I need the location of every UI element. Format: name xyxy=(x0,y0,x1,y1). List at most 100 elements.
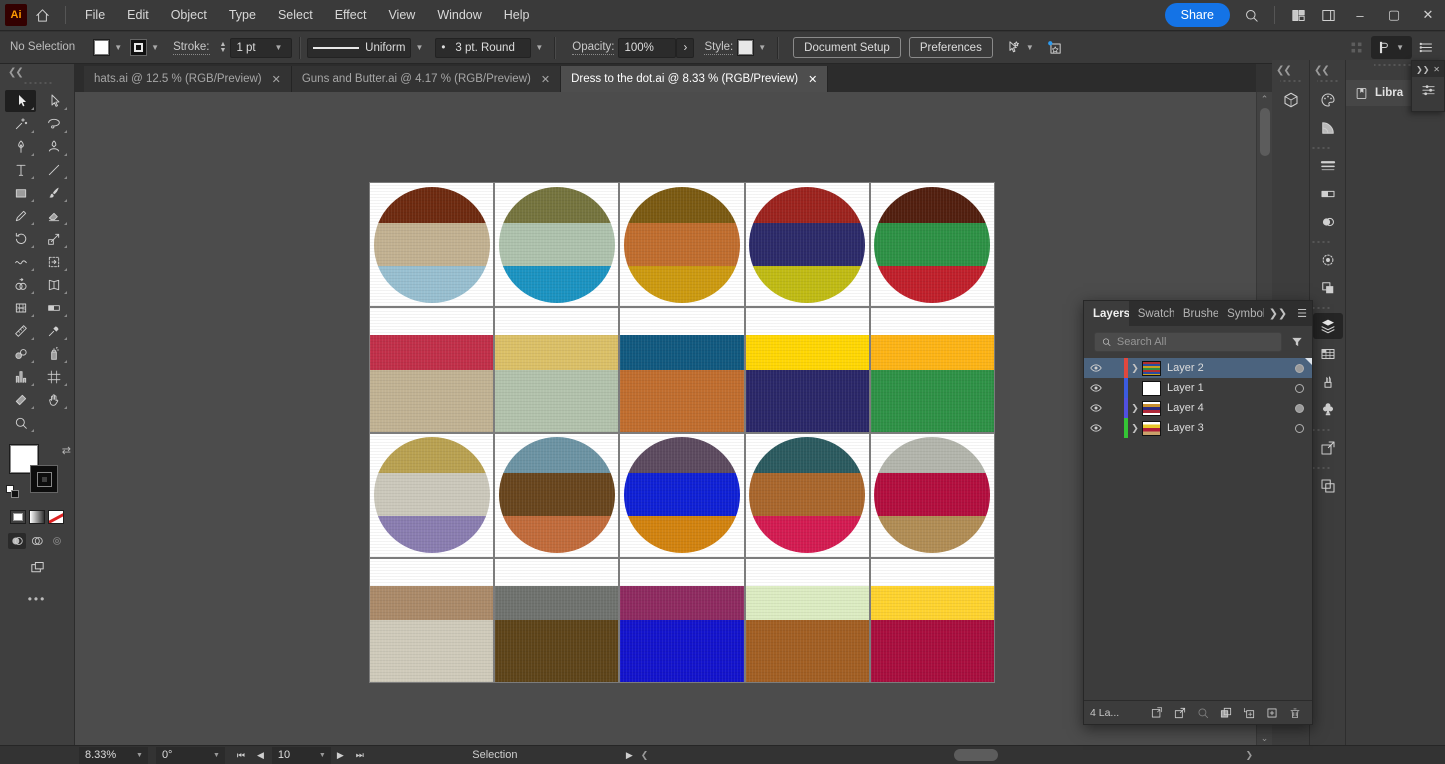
artboard-cell-r1c3[interactable] xyxy=(620,183,743,306)
stroke-label[interactable]: Stroke: xyxy=(173,41,209,55)
free-transform-tool[interactable] xyxy=(38,251,69,273)
close-tab-icon[interactable]: ✕ xyxy=(541,73,550,86)
artboard-cell-r4c5[interactable] xyxy=(871,559,994,682)
artboard-cell-r4c1[interactable] xyxy=(370,559,493,682)
new-sublayer-button[interactable] xyxy=(1237,703,1260,723)
rotate-tool[interactable] xyxy=(5,228,36,250)
blend-tool[interactable] xyxy=(5,343,36,365)
width-profile-field[interactable]: Uniform xyxy=(307,38,411,58)
collapse-panel-icon[interactable]: ❮❮ xyxy=(1310,62,1345,76)
color-mode-button[interactable] xyxy=(10,510,26,524)
home-icon[interactable] xyxy=(27,0,57,30)
stripe-band[interactable] xyxy=(370,559,493,586)
menu-type[interactable]: Type xyxy=(218,0,267,31)
layer-target-icon[interactable] xyxy=(1286,404,1312,413)
stripe-band[interactable] xyxy=(620,620,743,682)
stripe-band[interactable] xyxy=(495,308,618,335)
stripe-band[interactable] xyxy=(746,559,869,586)
striped-circle-swatch[interactable] xyxy=(624,187,740,303)
screen-mode-button[interactable] xyxy=(26,559,48,576)
horizontal-scrollbar-thumb[interactable] xyxy=(954,749,998,761)
swap-fill-stroke-icon[interactable]: ⇄ xyxy=(62,444,71,457)
locate-object-button[interactable] xyxy=(1191,703,1214,723)
artboard-cell-r2c5[interactable] xyxy=(871,308,994,431)
stripe-band[interactable] xyxy=(370,620,493,682)
collapse-panel-icon[interactable]: ❮❮ xyxy=(1272,62,1309,76)
menu-file[interactable]: File xyxy=(74,0,116,31)
visibility-eye-icon[interactable] xyxy=(1084,421,1108,435)
layer-row-layer-2[interactable]: ❯Layer 2 xyxy=(1084,358,1312,378)
scale-tool[interactable] xyxy=(38,228,69,250)
chevron-down-icon[interactable]: ▼ xyxy=(1392,43,1408,52)
eraser-tool[interactable] xyxy=(38,205,69,227)
artboard-cell-r1c5[interactable] xyxy=(871,183,994,306)
stripe-band[interactable] xyxy=(871,335,994,370)
measure-tool[interactable] xyxy=(5,320,36,342)
panel-tab-layers[interactable]: Layers xyxy=(1084,301,1129,326)
transparency-panel-icon[interactable] xyxy=(1313,209,1343,235)
make-clipping-mask-button[interactable] xyxy=(1214,703,1237,723)
window-maximize-button[interactable]: ▢ xyxy=(1377,2,1411,28)
visibility-eye-icon[interactable] xyxy=(1084,361,1108,375)
magic-wand-tool[interactable] xyxy=(5,113,36,135)
slice-tool[interactable] xyxy=(5,389,36,411)
stripe-band[interactable] xyxy=(370,370,493,432)
artboard-cell-r3c1[interactable] xyxy=(370,434,493,557)
selection-tool[interactable] xyxy=(5,90,36,112)
scroll-down-icon[interactable]: ⌄ xyxy=(1257,731,1272,745)
layer-name[interactable]: Layer 1 xyxy=(1167,382,1286,394)
document-tab-2[interactable]: Guns and Butter.ai @ 4.17 % (RGB/Preview… xyxy=(292,66,561,92)
width-tool[interactable] xyxy=(5,251,36,273)
draw-normal-button[interactable] xyxy=(8,533,26,549)
edit-toolbar-button[interactable]: ••• xyxy=(0,592,74,606)
panel-menu-icon[interactable] xyxy=(1418,39,1435,56)
asset-export-panel-icon[interactable] xyxy=(1313,435,1343,461)
fill-swatch[interactable] xyxy=(93,39,110,56)
expand-layer-icon[interactable]: ❯ xyxy=(1128,363,1142,374)
striped-circle-swatch[interactable] xyxy=(374,437,490,553)
scroll-left-icon[interactable]: ❮ xyxy=(641,746,649,764)
perspective-grid-tool[interactable] xyxy=(38,274,69,296)
stroke-color-control[interactable]: ▼ xyxy=(130,39,163,56)
window-minimize-button[interactable]: – xyxy=(1343,2,1377,28)
stroke-panel-icon[interactable] xyxy=(1313,153,1343,179)
striped-circle-swatch[interactable] xyxy=(499,437,615,553)
document-setup-button[interactable]: Document Setup xyxy=(793,37,901,58)
stripe-band[interactable] xyxy=(620,586,743,621)
status-menu-icon[interactable]: ▶ xyxy=(620,750,639,761)
artboard-cell-r2c2[interactable] xyxy=(495,308,618,431)
panel-menu-icon[interactable]: ☰ xyxy=(1292,301,1312,326)
close-tab-icon[interactable]: ✕ xyxy=(808,73,817,86)
paintbrush-tool[interactable] xyxy=(38,182,69,204)
stripe-band[interactable] xyxy=(871,620,994,682)
artboard[interactable] xyxy=(369,182,995,683)
artboard-cell-r1c2[interactable] xyxy=(495,183,618,306)
panel-grip[interactable] xyxy=(1310,305,1330,311)
panel-grip[interactable] xyxy=(1310,239,1330,245)
column-graph-tool[interactable] xyxy=(5,366,36,388)
stripe-band[interactable] xyxy=(871,370,994,432)
artboard-cell-r2c1[interactable] xyxy=(370,308,493,431)
new-layer-button[interactable] xyxy=(1260,703,1283,723)
artboards-panel-icon[interactable] xyxy=(1313,473,1343,499)
style-swatch[interactable] xyxy=(737,39,754,56)
3d-materials-panel-icon[interactable] xyxy=(1276,87,1306,113)
zoom-tool[interactable] xyxy=(5,412,36,434)
artboard-cell-r1c4[interactable] xyxy=(746,183,869,306)
stripe-band[interactable] xyxy=(495,335,618,370)
artboard-cell-r1c1[interactable] xyxy=(370,183,493,306)
striped-circle-swatch[interactable] xyxy=(874,437,990,553)
rectangle-tool[interactable] xyxy=(5,182,36,204)
artboard-cell-r3c5[interactable] xyxy=(871,434,994,557)
chevron-down-icon[interactable]: ▼ xyxy=(754,43,770,52)
stripe-band[interactable] xyxy=(370,586,493,621)
draw-behind-button[interactable] xyxy=(28,533,46,549)
layer-thumbnail[interactable] xyxy=(1142,361,1161,376)
stripe-band[interactable] xyxy=(495,586,618,621)
artboard-cell-r2c4[interactable] xyxy=(746,308,869,431)
layers-search-field[interactable] xyxy=(1094,332,1282,352)
panel-grip[interactable] xyxy=(1317,78,1339,84)
expand-layer-icon[interactable]: ❯ xyxy=(1128,403,1142,414)
previous-artboard-button[interactable]: ◀ xyxy=(251,750,270,761)
vertical-scrollbar-thumb[interactable] xyxy=(1260,108,1270,156)
